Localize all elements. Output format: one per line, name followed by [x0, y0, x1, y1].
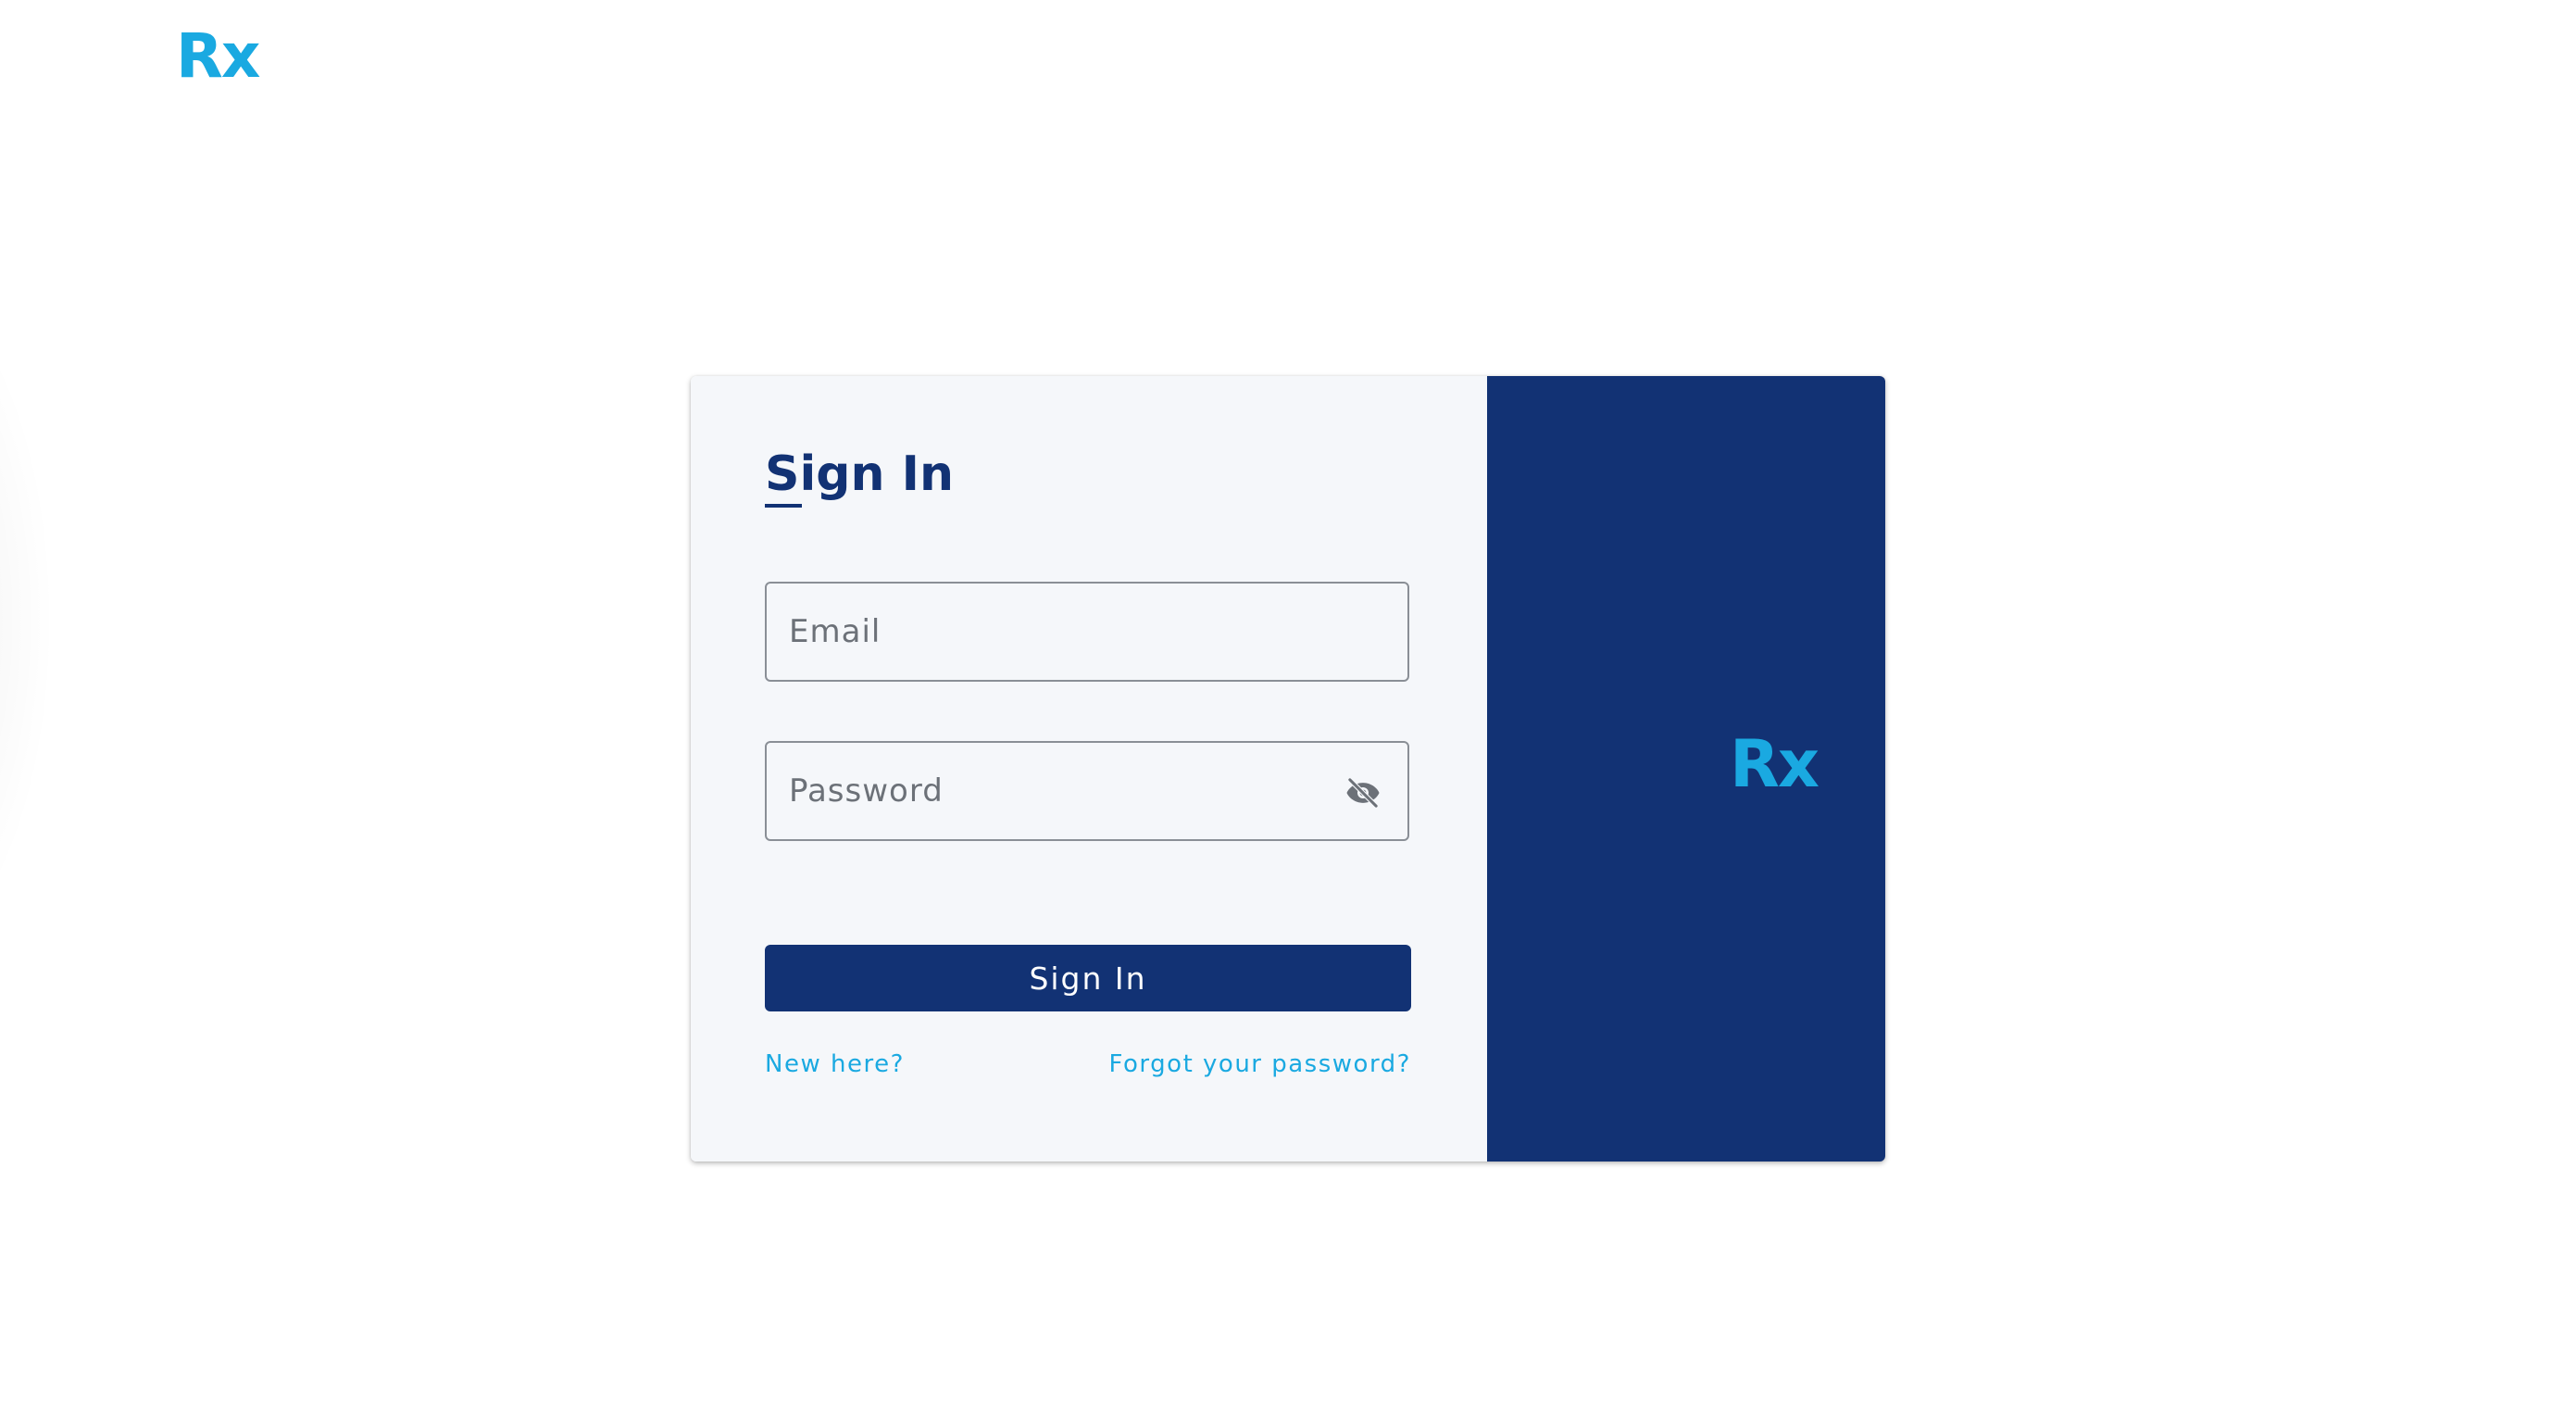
forgot-password-link[interactable]: Forgot your password?: [1108, 1050, 1411, 1078]
page-title: Sign In: [765, 446, 954, 502]
password-input[interactable]: [767, 743, 1407, 839]
header-logo[interactable]: Rx: [176, 26, 260, 87]
email-input[interactable]: [767, 584, 1407, 680]
eye-off-icon-graphic: [1346, 777, 1380, 809]
eye-off-icon[interactable]: [1341, 774, 1385, 811]
email-field[interactable]: [765, 582, 1409, 682]
title-underline: [765, 504, 802, 508]
brand-panel: Rx: [1487, 376, 1885, 1162]
brand-logo: Rx: [1730, 726, 1819, 802]
sign-in-form-panel: Sign In Sign In New here?: [691, 376, 1487, 1162]
sign-in-button[interactable]: Sign In: [765, 945, 1411, 1011]
password-field[interactable]: [765, 741, 1409, 841]
sign-in-card: Sign In Sign In New here?: [691, 376, 1885, 1162]
sign-in-page: Rx Sign In Sign In: [0, 0, 2576, 1419]
background-shadow: [0, 259, 56, 982]
new-here-link[interactable]: New here?: [765, 1050, 905, 1078]
